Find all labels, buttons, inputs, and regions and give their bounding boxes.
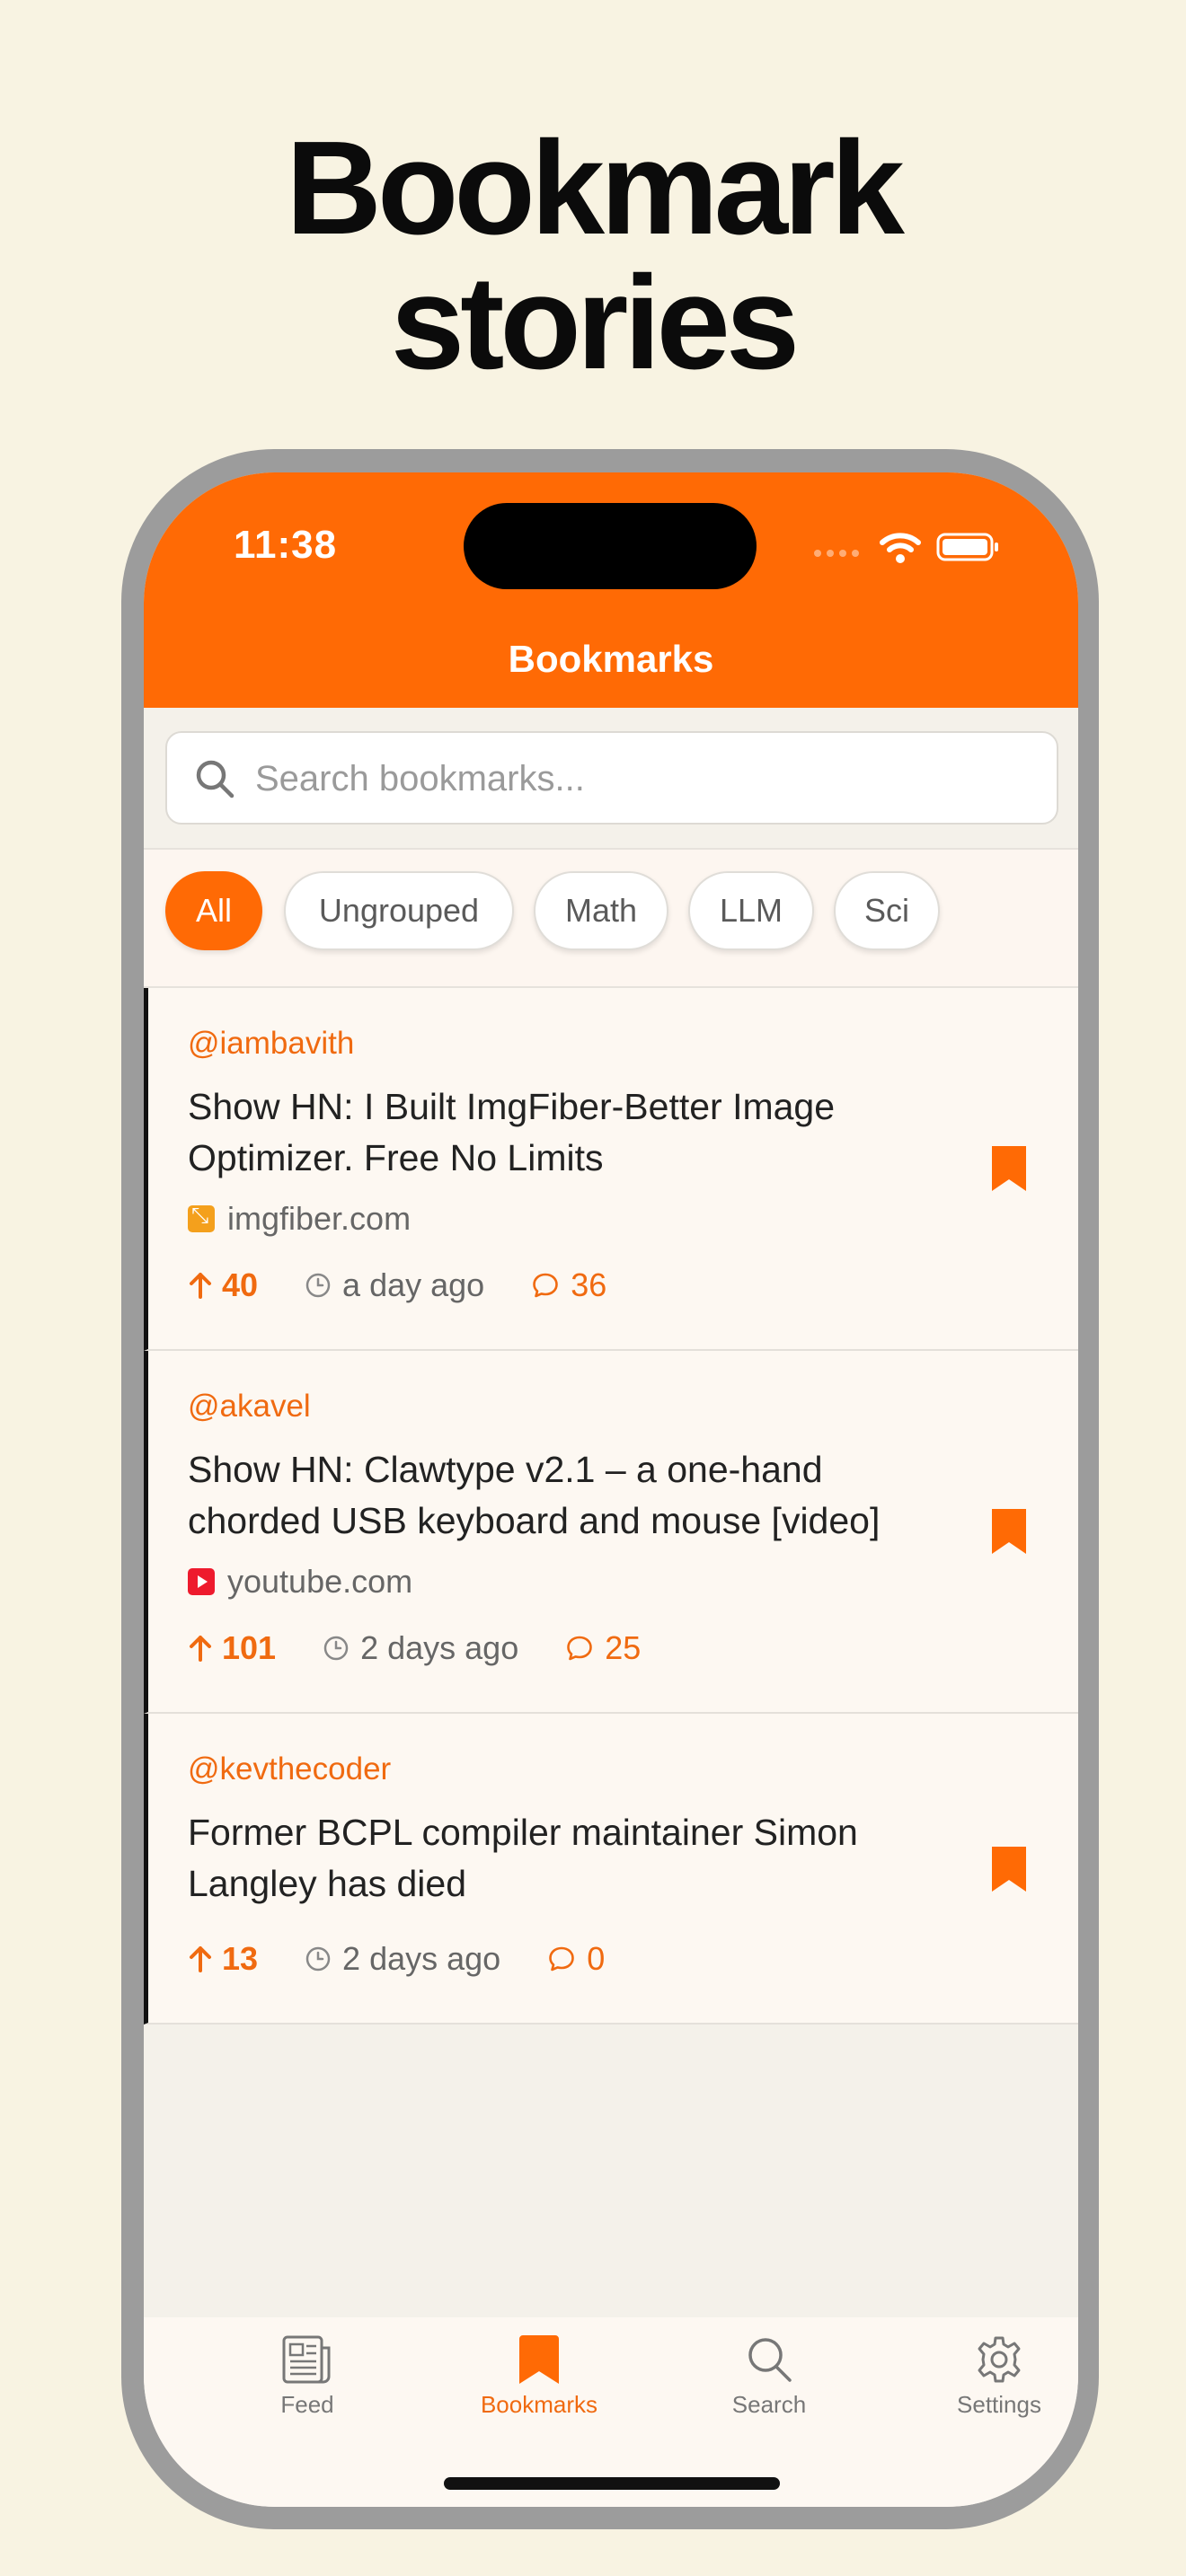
story-points: 13 [188, 1940, 258, 1978]
comment-icon [533, 1273, 558, 1298]
group-filter-bar: All Ungrouped Math LLM Sci [144, 848, 1078, 988]
story-row[interactable]: @kevthecoder Former BCPL compiler mainta… [144, 1714, 1078, 2025]
story-age-text: 2 days ago [342, 1940, 501, 1977]
clock-icon [305, 1273, 331, 1298]
story-meta: 13 2 days ago 0 [188, 1940, 605, 1978]
newspaper-icon [282, 2335, 331, 2384]
tab-feed-label: Feed [280, 2391, 334, 2418]
story-points-value: 13 [222, 1940, 259, 1977]
story-comments-count: 36 [571, 1266, 607, 1303]
story-row[interactable]: @iambavith Show HN: I Built ImgFiber-Bet… [144, 988, 1078, 1351]
arrow-up-icon [190, 1636, 211, 1662]
headline-line-1: Bookmark [286, 114, 905, 262]
arrow-up-icon [190, 1273, 211, 1299]
navigation-bar: 11:38 Bookmarks [144, 472, 1078, 708]
story-points-value: 40 [222, 1266, 259, 1303]
tab-search[interactable]: Search [679, 2333, 859, 2419]
search-area [144, 708, 1078, 851]
story-domain-text: youtube.com [227, 1563, 413, 1600]
story-points: 101 [188, 1629, 276, 1667]
search-icon [196, 760, 235, 798]
clock-icon [323, 1636, 349, 1661]
story-domain[interactable]: imgfiber.com [188, 1200, 411, 1238]
wifi-icon [880, 533, 921, 563]
headline-line-2: stories [390, 249, 800, 397]
phone-screen: 11:38 Bookmarks All Ungrouped Math LLM S… [144, 472, 1078, 2507]
arrow-up-icon [190, 1946, 211, 1972]
bookmark-icon[interactable] [992, 1146, 1026, 1191]
chip-llm[interactable]: LLM [688, 871, 814, 950]
chip-ungrouped[interactable]: Ungrouped [284, 871, 514, 950]
tab-settings[interactable]: Settings [909, 2333, 1078, 2419]
story-title[interactable]: Show HN: I Built ImgFiber-Better Image O… [188, 1081, 960, 1184]
home-indicator[interactable] [444, 2477, 780, 2490]
page-title: Bookmarks [508, 638, 714, 680]
tab-search-label: Search [731, 2391, 807, 2418]
clock-icon [305, 1946, 331, 1972]
story-age: a day ago [305, 1266, 484, 1304]
battery-icon [936, 533, 998, 561]
search-bar[interactable] [165, 731, 1058, 825]
story-comments-count: 25 [605, 1629, 642, 1666]
story-row[interactable]: @akavel Show HN: Clawtype v2.1 – a one-h… [144, 1351, 1078, 1714]
search-icon [748, 2338, 792, 2382]
bookmark-icon[interactable] [992, 1847, 1026, 1892]
chip-all[interactable]: All [165, 871, 262, 950]
comment-icon [567, 1636, 593, 1661]
bookmark-icon [519, 2335, 559, 2384]
story-title[interactable]: Show HN: Clawtype v2.1 – a one-hand chor… [188, 1444, 960, 1547]
story-comments-count: 0 [587, 1940, 606, 1977]
tab-bookmarks[interactable]: Bookmarks [449, 2333, 629, 2419]
bookmark-icon[interactable] [992, 1509, 1026, 1554]
story-meta: 101 2 days ago 25 [188, 1629, 641, 1667]
story-age-text: a day ago [342, 1266, 485, 1303]
tab-bookmarks-label: Bookmarks [480, 2391, 598, 2418]
cellular-signal-icon [814, 550, 859, 557]
tab-feed[interactable]: Feed [217, 2333, 397, 2419]
story-comments[interactable]: 0 [547, 1940, 605, 1978]
chip-sci[interactable]: Sci [834, 871, 940, 950]
story-points-value: 101 [222, 1629, 277, 1666]
comment-icon [549, 1946, 574, 1972]
search-input[interactable] [255, 753, 1028, 805]
story-age-text: 2 days ago [360, 1629, 519, 1666]
status-time: 11:38 [234, 523, 338, 567]
tab-settings-label: Settings [957, 2391, 1041, 2418]
story-age: 2 days ago [323, 1629, 518, 1667]
story-domain[interactable]: youtube.com [188, 1563, 412, 1601]
story-age: 2 days ago [305, 1940, 500, 1978]
story-author[interactable]: @akavel [188, 1389, 311, 1425]
headline: Bookmark stories [0, 121, 1186, 391]
gear-icon [978, 2336, 1021, 2383]
story-title[interactable]: Former BCPL compiler maintainer Simon La… [188, 1807, 960, 1910]
story-author[interactable]: @iambavith [188, 1026, 354, 1062]
imgfiber-favicon-icon [188, 1203, 215, 1232]
story-points: 40 [188, 1266, 258, 1304]
dynamic-island [464, 503, 757, 589]
story-meta: 40 a day ago 36 [188, 1266, 606, 1304]
story-comments[interactable]: 25 [565, 1629, 641, 1667]
story-comments[interactable]: 36 [531, 1266, 606, 1304]
youtube-favicon-icon [188, 1568, 215, 1595]
chip-math[interactable]: Math [534, 871, 668, 950]
story-author[interactable]: @kevthecoder [188, 1751, 391, 1787]
story-domain-text: imgfiber.com [227, 1200, 412, 1237]
